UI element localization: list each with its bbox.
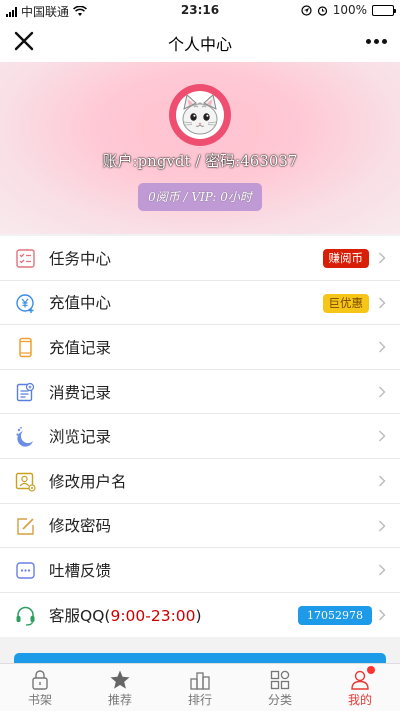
tab-label: 排行 [187, 693, 212, 707]
menu-label: 浏览记录 [49, 428, 112, 447]
tab-label: 推荐 [107, 693, 132, 707]
yuan-coin-icon [16, 293, 34, 313]
battery-icon [372, 4, 396, 16]
qq-label-suffix: ) [195, 607, 202, 626]
alarm-icon [317, 5, 327, 16]
vip-status-badge: 0阅币 / VIP: 0小时 [138, 183, 262, 211]
menu-item-change-password[interactable]: 修改密码 [0, 504, 400, 549]
tab-label: 我的 [347, 693, 372, 707]
headset-icon [16, 606, 35, 626]
status-right: 100% [301, 3, 396, 17]
tab-bookshelf[interactable]: 书架 [0, 664, 80, 711]
menu-label: 吐槽反馈 [49, 561, 112, 580]
menu-label: 修改密码 [49, 517, 112, 536]
qq-label-prefix: 客服QQ( [49, 607, 111, 626]
podium-icon [190, 672, 210, 690]
location-icon [301, 4, 312, 16]
menu-label: 任务中心 [49, 249, 112, 268]
close-icon[interactable] [10, 27, 38, 55]
tab-mine[interactable]: 我的 [320, 664, 400, 711]
big-discount-badge: 巨优惠 [322, 293, 369, 313]
menu-list: 任务中心 赚阅币 充值中心 巨优惠 充值记录 消费记录 浏览记录 修改用户名 修… [0, 236, 400, 638]
account-info: 账户:pngvdt / 密码:463037 [102, 152, 298, 170]
phone-icon [19, 337, 32, 358]
task-list-icon [16, 249, 35, 268]
chevron-right-icon [379, 341, 386, 353]
service-hours: 9:00-23:00 [110, 607, 196, 626]
menu-item-change-username[interactable]: 修改用户名 [0, 459, 400, 504]
status-bar: 中国联通 23:16 100% [0, 0, 400, 20]
grid-icon [270, 670, 290, 690]
edit-icon [17, 517, 34, 535]
tab-categories[interactable]: 分类 [240, 664, 320, 711]
chevron-right-icon [379, 430, 386, 442]
tab-label: 分类 [267, 693, 292, 707]
notification-dot [367, 666, 375, 674]
menu-item-browse-history[interactable]: 浏览记录 [0, 414, 400, 459]
menu-item-recharge-records[interactable]: 充值记录 [0, 325, 400, 370]
chevron-right-icon [379, 520, 386, 532]
tab-recommend[interactable]: 推荐 [80, 664, 160, 711]
star-icon [110, 670, 130, 689]
page-title: 个人中心 [167, 35, 232, 54]
tab-label: 书架 [27, 693, 52, 707]
chevron-right-icon [379, 609, 386, 621]
chevron-right-icon [379, 386, 386, 398]
chat-bubble-icon [16, 562, 35, 579]
more-icon[interactable] [362, 30, 390, 52]
nav-bar: 个人中心 [0, 20, 400, 62]
chevron-right-icon [379, 475, 386, 487]
menu-label: 充值记录 [49, 338, 112, 357]
chevron-right-icon [379, 297, 386, 309]
menu-label: 修改用户名 [49, 472, 127, 491]
menu-item-spending-records[interactable]: 消费记录 [0, 370, 400, 415]
qq-number-badge: 17052978 [298, 605, 372, 625]
menu-label: 充值中心 [49, 294, 112, 313]
menu-label: 客服QQ(9:00-23:00) [49, 604, 202, 626]
chevron-right-icon [379, 252, 386, 264]
user-card-icon [15, 472, 36, 492]
menu-item-task-center[interactable]: 任务中心 赚阅币 [0, 236, 400, 281]
menu-item-customer-service[interactable]: 客服QQ(9:00-23:00) 17052978 [0, 593, 400, 638]
lock-icon [32, 670, 48, 690]
profile-header: 账户:pngvdt / 密码:463037 0阅币 / VIP: 0小时 [0, 62, 400, 234]
tab-bar: 书架 推荐 排行 分类 我的 [0, 663, 400, 711]
menu-label: 消费记录 [49, 383, 112, 402]
menu-item-recharge-center[interactable]: 充值中心 巨优惠 [0, 281, 400, 326]
receipt-icon [16, 382, 35, 401]
moon-history-icon [16, 427, 33, 448]
earn-coins-badge: 赚阅币 [322, 249, 369, 268]
menu-item-feedback[interactable]: 吐槽反馈 [0, 548, 400, 593]
chevron-right-icon [379, 564, 386, 576]
battery-percent: 100% [332, 3, 367, 17]
avatar[interactable] [169, 84, 231, 146]
tab-ranking[interactable]: 排行 [160, 664, 240, 711]
cat-avatar-icon [176, 91, 224, 139]
